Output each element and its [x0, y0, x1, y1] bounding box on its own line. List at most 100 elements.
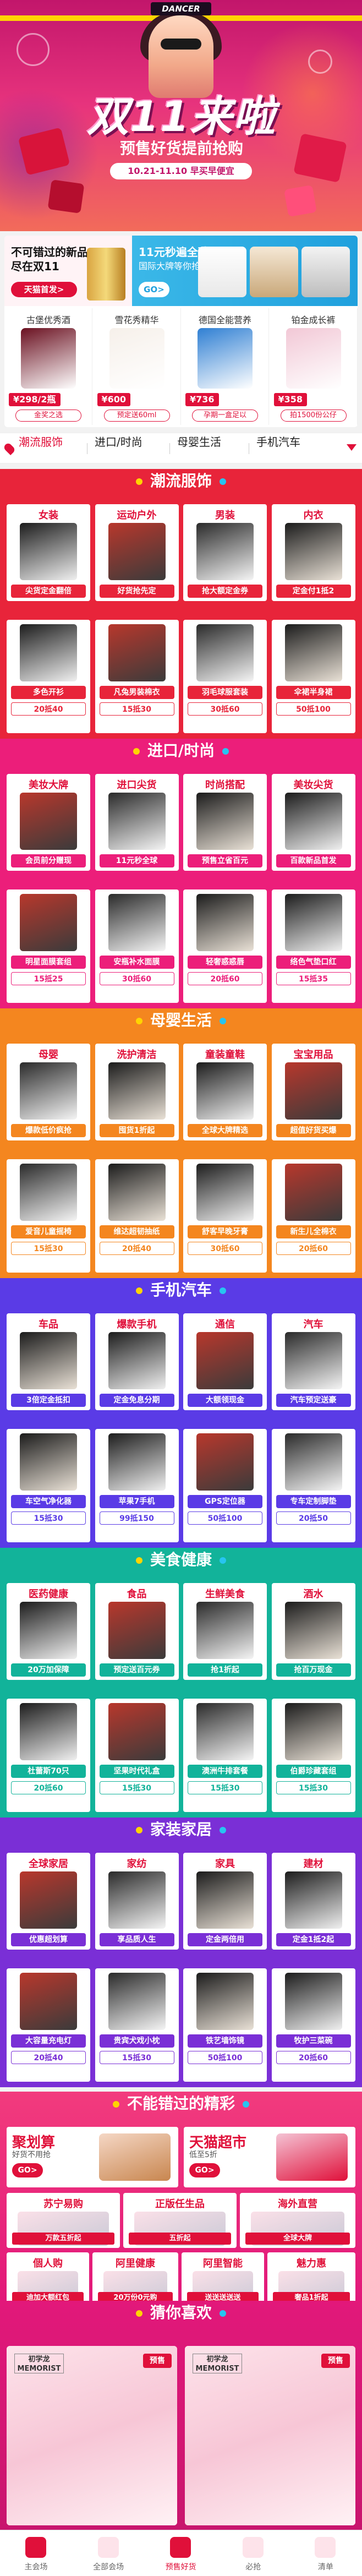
card-promo-pill: 囤货1折起: [99, 1124, 174, 1137]
category-card[interactable]: 医药健康 20万加保障: [7, 1583, 90, 1680]
category-card[interactable]: 美妆大牌 会员前分赠现: [7, 774, 90, 871]
category-card[interactable]: 美妆尖货 百款新品首发: [271, 774, 355, 871]
category-card[interactable]: 进口尖货 11元秒全球: [95, 774, 179, 871]
channel-card[interactable]: 個人购 迪加大额红包: [7, 2252, 89, 2307]
product-image: [284, 1164, 342, 1221]
promo-product-card[interactable]: 雪花秀精华 ¥600 预定送60ml: [92, 308, 181, 425]
category-card[interactable]: 杜蕾斯70只 20抵60: [7, 1699, 90, 1812]
recommended-product-card[interactable]: 初学龙 MEMORIST 预售: [185, 2346, 355, 2525]
category-card[interactable]: 伯爵珍藏套组 15抵30: [271, 1699, 355, 1812]
category-card[interactable]: 家纺 享品质人生: [95, 1853, 179, 1950]
category-card[interactable]: 舒客早晚牙膏 30抵60: [183, 1159, 267, 1273]
category-card[interactable]: 轻奢惑惑唇 20抵60: [183, 889, 267, 1003]
nav-tab-1[interactable]: 潮流服饰: [19, 433, 63, 464]
chevron-down-icon[interactable]: [347, 444, 356, 451]
card-price-pill: 20抵40: [11, 702, 86, 716]
nav-tab-4[interactable]: 手机汽车: [256, 433, 300, 464]
category-card[interactable]: 凡兔男装棉衣 15抵30: [95, 620, 179, 733]
promo-new-arrivals[interactable]: 不可错过的新品 尽在双11 天猫首发>: [4, 236, 132, 306]
category-card[interactable]: 车品 3倍定金抵扣: [7, 1313, 90, 1410]
category-card[interactable]: GPS定位器 50抵100: [183, 1429, 267, 1542]
category-card[interactable]: 女装 尖货定金翻倍: [7, 504, 90, 601]
promo-product-card[interactable]: 铂金成长裤 ¥358 拍1500份公仔: [269, 308, 358, 425]
promo-product-name: 铂金成长裤: [291, 315, 336, 325]
category-card[interactable]: 宝宝用品 超值好货买爆: [271, 1044, 355, 1140]
channel-card[interactable]: 阿里健康 20万份0元购: [92, 2252, 178, 2307]
tab-4[interactable]: 必抢: [217, 2530, 289, 2576]
category-card[interactable]: 生鲜美食 抢1折起: [183, 1583, 267, 1680]
product-image: [198, 247, 246, 297]
category-card[interactable]: 坚果时代礼盒 15抵30: [95, 1699, 179, 1812]
category-card[interactable]: 安瓶补水面膜 30抵60: [95, 889, 179, 1003]
tab-1[interactable]: 主会场: [0, 2530, 72, 2576]
tab-5[interactable]: 清单: [289, 2530, 361, 2576]
category-card[interactable]: 男装 抢大额定金券: [183, 504, 267, 601]
product-image: [108, 1332, 166, 1389]
promo-product-card[interactable]: 德国全能营养 ¥736 孕期一盒足以: [181, 308, 269, 425]
recommended-product-card[interactable]: 初学龙 MEMORIST 预售: [7, 2346, 177, 2525]
nav-tab-3[interactable]: 母婴生活: [177, 433, 221, 464]
tab-3[interactable]: 预售好货: [145, 2530, 217, 2576]
channel-subtitle: 好货不用抢: [12, 2151, 51, 2159]
category-card[interactable]: 内衣 定金付1抵2: [271, 504, 355, 601]
card-price-pill: 15抵30: [11, 1511, 86, 1525]
category-card[interactable]: 新生儿全棉衣 20抵60: [271, 1159, 355, 1273]
channel-card[interactable]: 苏宁易购 万款五折起: [7, 2193, 120, 2248]
card-price-pill: 30抵60: [188, 1242, 262, 1255]
category-card[interactable]: 络色气垫口红 15抵35: [271, 889, 355, 1003]
category-card[interactable]: 运动户外 好货抢先定: [95, 504, 179, 601]
category-card[interactable]: 专车定制脚垫 20抵50: [271, 1429, 355, 1542]
title-dot-icon: [220, 1018, 226, 1024]
promo-global-deal[interactable]: 11元秒遍全球 国际大牌等你抢 GO>: [132, 236, 358, 306]
tab-2[interactable]: 全部会场: [73, 2530, 145, 2576]
tmall-first-button[interactable]: 天猫首发>: [11, 282, 77, 297]
category-card[interactable]: 汽车 汽车预定送豪: [271, 1313, 355, 1410]
channel-card[interactable]: 海外直营 全球大牌: [240, 2193, 355, 2248]
tab-label: 必抢: [245, 2563, 261, 2572]
category-card[interactable]: 多色开衫 20抵40: [7, 620, 90, 733]
product-image: [108, 1062, 166, 1120]
product-image: [20, 523, 77, 580]
category-card[interactable]: 贵宾犬戏小枕 15抵30: [95, 1968, 179, 2082]
category-card[interactable]: 全球家居 优惠超划算: [7, 1853, 90, 1950]
category-card[interactable]: 苹果7手机 99抵150: [95, 1429, 179, 1542]
product-image: [196, 1433, 254, 1491]
category-card[interactable]: 牧护三菜碗 20抵60: [271, 1968, 355, 2082]
category-card[interactable]: 明星面膜套组 15抵25: [7, 889, 90, 1003]
card-promo-pill: 定金付1抵2: [276, 585, 351, 598]
category-card[interactable]: 家具 定金两倍用: [183, 1853, 267, 1950]
promo-product-card[interactable]: 古堡优秀酒 ¥298/2瓶 金奖之选: [4, 308, 92, 425]
channel-card[interactable]: 魅力惠 奢品1折起: [267, 2252, 355, 2307]
category-card[interactable]: 维达超韧抽纸 20抵40: [95, 1159, 179, 1273]
product-image: [108, 1871, 166, 1929]
card-price-pill: 50抵100: [188, 2051, 262, 2064]
card-promo-pill: 汽车预定送豪: [276, 1394, 351, 1407]
category-card[interactable]: 建材 定金1抵2起: [271, 1853, 355, 1950]
nav-tab-2[interactable]: 进口/时尚: [95, 433, 142, 464]
category-card[interactable]: 洗护清洁 囤货1折起: [95, 1044, 179, 1140]
category-card[interactable]: 食品 预定送百元券: [95, 1583, 179, 1680]
category-card[interactable]: 羽毛球服套装 30抵60: [183, 620, 267, 733]
category-card[interactable]: 伞裙半身裙 50抵100: [271, 620, 355, 733]
category-card[interactable]: 车空气净化器 15抵30: [7, 1429, 90, 1542]
category-card[interactable]: 铁艺墙饰镜 50抵100: [183, 1968, 267, 2082]
category-card[interactable]: 澳洲牛排套餐 15抵30: [183, 1699, 267, 1812]
category-card[interactable]: 时尚搭配 预售立省百元: [183, 774, 267, 871]
promo-go-button[interactable]: GO>: [139, 282, 169, 297]
category-card[interactable]: 童装童鞋 全球大牌精选: [183, 1044, 267, 1140]
channel-go-button[interactable]: GO>: [189, 2163, 220, 2177]
category-card[interactable]: 母婴 爆款低价疯抢: [7, 1044, 90, 1140]
category-card[interactable]: 爆款手机 定金免息分期: [95, 1313, 179, 1410]
promo-product-name: 古堡优秀酒: [26, 315, 70, 325]
category-card[interactable]: 通信 大额领现金: [183, 1313, 267, 1410]
category-card[interactable]: 酒水 抢百万现金: [271, 1583, 355, 1680]
featured-channel-card[interactable]: 天猫超市 低至5折 GO>: [184, 2127, 355, 2187]
channel-go-button[interactable]: GO>: [12, 2163, 43, 2177]
channel-card[interactable]: 正版任生品 五折起: [123, 2193, 237, 2248]
hero-banner[interactable]: DANCER 双11来啦 预售好货提前抢购 10.21-11.10 早买早便宜: [0, 0, 362, 231]
channel-card[interactable]: 阿里智能 送送送送送: [182, 2252, 264, 2307]
category-card[interactable]: 爱音儿童摇椅 15抵30: [7, 1159, 90, 1273]
category-card[interactable]: 大容量充电灯 20抵40: [7, 1968, 90, 2082]
featured-channel-card[interactable]: 聚划算 好货不用抢 GO>: [7, 2127, 178, 2187]
gift-box-icon: [284, 184, 317, 217]
